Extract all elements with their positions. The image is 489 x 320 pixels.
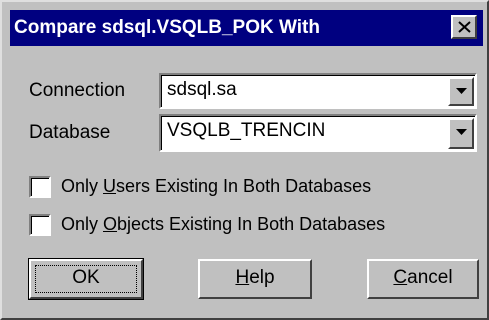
database-dropdown-button[interactable] [448, 118, 474, 149]
help-rest: elp [249, 267, 275, 288]
cancel-rest: ancel [407, 267, 453, 288]
only-objects-checkbox[interactable] [29, 214, 51, 236]
close-icon [458, 21, 471, 33]
connection-value: sdsql.sa [167, 79, 237, 100]
only-users-prefix: Only [61, 176, 104, 196]
ok-button[interactable]: OK [28, 258, 144, 300]
chevron-down-icon [456, 129, 467, 135]
help-button[interactable]: Help [198, 259, 312, 299]
dialog-title: Compare sdsql.VSQLB_POK With [14, 17, 320, 38]
only-objects-mnemonic: O [103, 214, 118, 234]
only-users-checkbox[interactable] [29, 176, 51, 198]
help-mnemonic: H [235, 267, 250, 288]
connection-select[interactable]: sdsql.sa [159, 73, 477, 109]
title-bar[interactable]: Compare sdsql.VSQLB_POK With [10, 10, 483, 46]
database-label: Database [29, 122, 111, 143]
connection-label: Connection [29, 80, 126, 101]
connection-dropdown-button[interactable] [448, 77, 474, 106]
database-select[interactable]: VSQLB_TRENCIN [159, 114, 477, 152]
help-label: Help [200, 267, 310, 289]
database-value: VSQLB_TRENCIN [167, 120, 326, 141]
only-objects-label[interactable]: Only Objects Existing In Both Databases [61, 214, 385, 235]
close-button[interactable] [451, 15, 477, 39]
cancel-label: Cancel [369, 267, 477, 289]
ok-label: OK [72, 267, 100, 288]
only-objects-prefix: Only [61, 214, 104, 234]
cancel-button[interactable]: Cancel [367, 259, 479, 299]
only-users-suffix: sers Existing In Both Databases [116, 176, 372, 196]
cancel-mnemonic: C [393, 267, 408, 288]
only-objects-suffix: bjects Existing In Both Databases [117, 214, 386, 234]
chevron-down-icon [456, 88, 467, 94]
compare-dialog: Compare sdsql.VSQLB_POK With Connection … [0, 0, 489, 320]
only-users-mnemonic: U [103, 176, 117, 196]
only-users-label[interactable]: Only Users Existing In Both Databases [61, 176, 371, 197]
